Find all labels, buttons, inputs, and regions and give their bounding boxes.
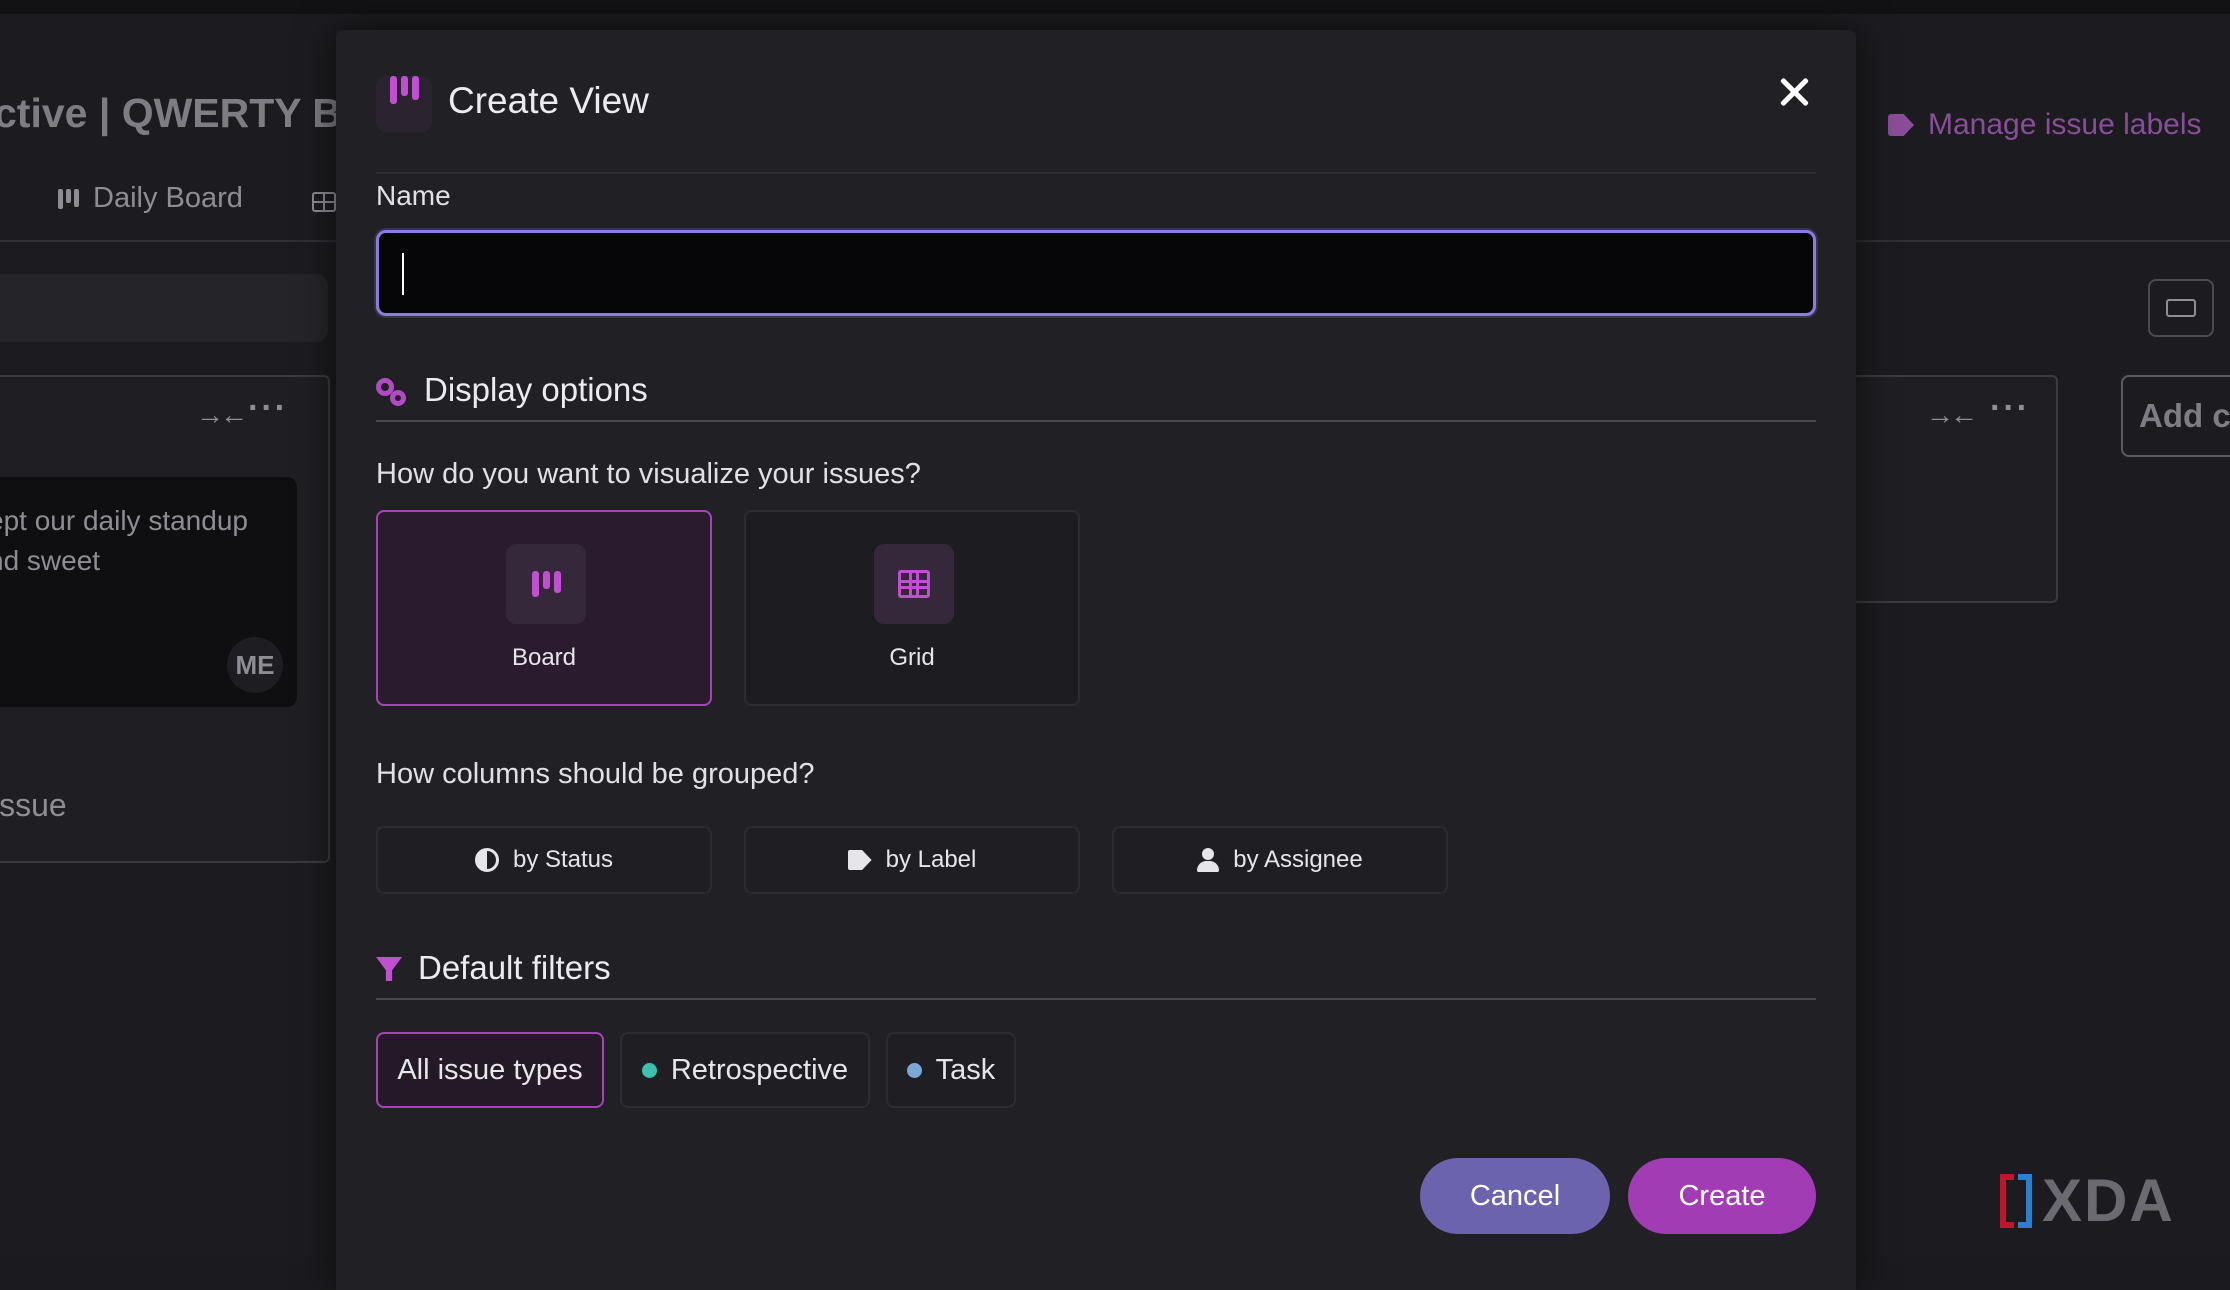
keyboard-icon	[2166, 299, 2196, 317]
status-dot-icon	[641, 1062, 657, 1078]
section-title: Default filters	[418, 949, 611, 986]
watermark-text: XDA	[2042, 1167, 2175, 1234]
default-filters-section: Default filters	[376, 950, 1816, 1000]
more-icon[interactable]: ···	[1990, 389, 2030, 428]
view-option-label: Board	[511, 644, 577, 671]
tag-icon	[1888, 114, 1914, 136]
filter-task[interactable]: Task	[886, 1032, 1016, 1108]
keyboard-shortcuts-button[interactable]	[2148, 279, 2214, 337]
group-label: by Assignee	[1233, 846, 1363, 873]
user-icon	[1197, 848, 1220, 872]
search-bar[interactable]	[0, 274, 328, 342]
create-view-dialog: Create View Name Display options How do …	[336, 30, 1856, 1290]
board-icon	[506, 544, 586, 624]
manage-labels-text: Manage issue labels	[1928, 108, 2202, 141]
filter-all-issue-types[interactable]: All issue types	[376, 1032, 604, 1108]
close-icon[interactable]	[1774, 72, 1814, 112]
card-text: ept our daily standup nd sweet	[0, 505, 248, 576]
name-label: Name	[376, 180, 451, 211]
issue-card[interactable]: ept our daily standup nd sweet ME	[0, 477, 297, 707]
manage-labels-link[interactable]: Manage issue labels	[1888, 108, 2202, 142]
filter-label: Task	[935, 1053, 996, 1086]
board-icon	[376, 76, 432, 132]
add-column-button[interactable]: Add c	[2121, 375, 2230, 457]
group-by-label-button[interactable]: by Label	[744, 826, 1080, 894]
group-question: How columns should be grouped?	[376, 758, 815, 790]
filter-label: Retrospective	[670, 1053, 849, 1086]
dialog-header: Create View	[376, 72, 1816, 174]
xda-logo-icon	[2000, 1173, 2036, 1228]
watermark: XDA	[2000, 1166, 2175, 1235]
filter-label: All issue types	[397, 1053, 583, 1086]
view-option-grid[interactable]: Grid	[744, 510, 1080, 706]
view-option-label: Grid	[889, 644, 935, 671]
gears-icon	[376, 376, 408, 408]
group-by-assignee-button[interactable]: by Assignee	[1112, 826, 1448, 894]
filter-icon	[376, 957, 402, 981]
top-bar	[0, 0, 2230, 14]
status-dot-icon	[906, 1062, 922, 1078]
add-issue-link[interactable]: issue	[0, 787, 67, 824]
half-circle-icon	[474, 848, 499, 872]
avatar: ME	[227, 637, 283, 693]
board-column: →← ··· ept our daily standup nd sweet ME…	[0, 375, 330, 863]
create-button[interactable]: Create	[1628, 1158, 1816, 1234]
tags-icon	[847, 850, 872, 870]
cancel-button[interactable]: Cancel	[1420, 1158, 1610, 1234]
collapse-icon[interactable]: →←	[1926, 399, 1978, 431]
grid-icon	[874, 544, 954, 624]
grid-icon[interactable]	[312, 192, 336, 212]
dialog-title: Create View	[448, 80, 649, 121]
filter-retrospective[interactable]: Retrospective	[620, 1032, 870, 1108]
name-input[interactable]	[376, 230, 1816, 316]
tab-daily-board[interactable]: Daily Board	[58, 182, 243, 215]
group-label: by Status	[512, 846, 614, 873]
text-cursor	[402, 253, 404, 295]
board-icon	[58, 188, 79, 209]
board-title: ctive | QWERTY B	[0, 90, 342, 136]
more-icon[interactable]: ···	[248, 389, 288, 428]
board-column-right: →← ···	[1840, 375, 2058, 603]
tab-label: Daily Board	[93, 182, 243, 214]
group-label: by Label	[885, 846, 977, 873]
section-title: Display options	[424, 371, 648, 408]
display-options-section: Display options	[376, 372, 1816, 422]
group-by-status-button[interactable]: by Status	[376, 826, 712, 894]
visualize-question: How do you want to visualize your issues…	[376, 458, 921, 490]
view-option-board[interactable]: Board	[376, 510, 712, 706]
collapse-icon[interactable]: →←	[196, 399, 248, 431]
